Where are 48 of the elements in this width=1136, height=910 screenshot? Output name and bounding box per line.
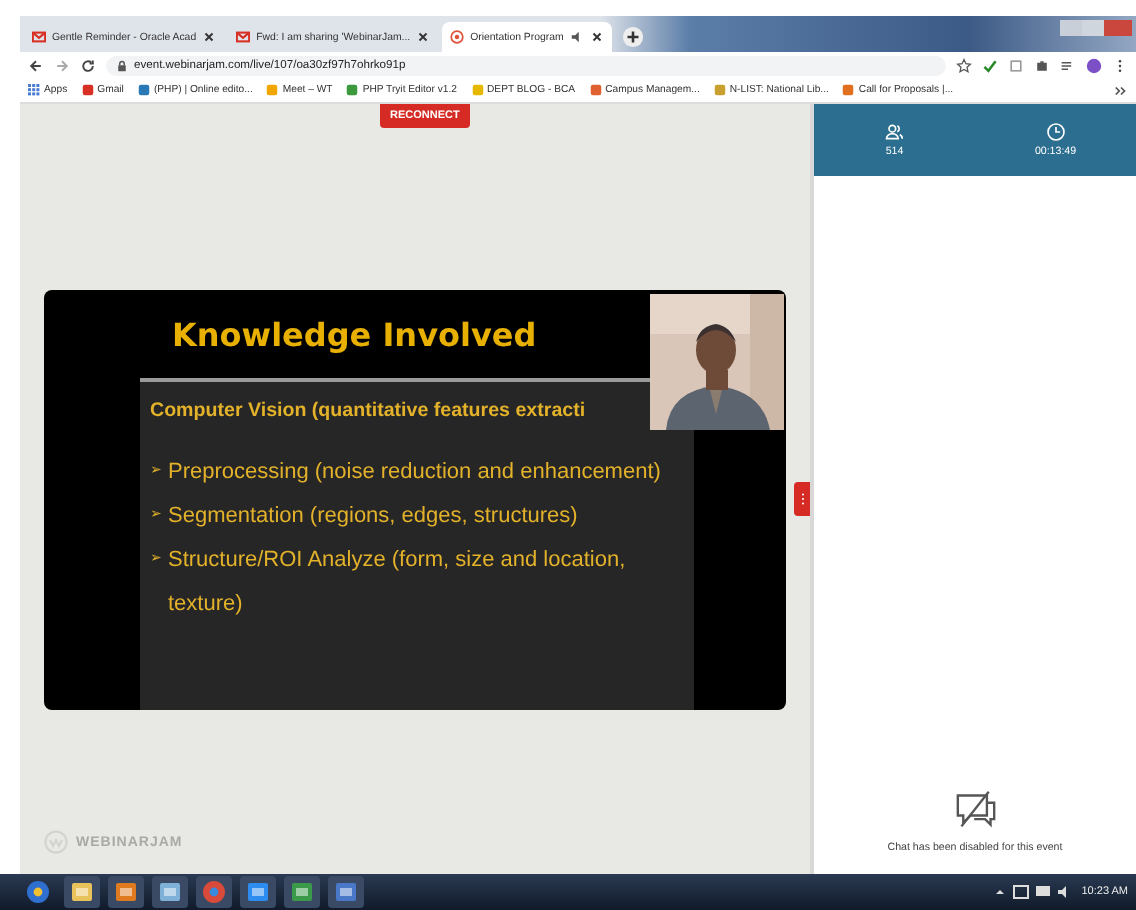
app-icon [202,880,226,904]
site-icon [842,84,855,96]
app-icon [334,880,358,904]
bullet-text: Preprocessing (noise reduction and enhancement) [168,458,663,488]
windows-logo-icon [26,880,50,904]
star-icon[interactable] [956,57,972,73]
taskbar-app[interactable] [152,876,188,908]
chat-disabled-icon [953,790,997,830]
site-icon [713,84,726,96]
site-icon [266,84,279,96]
webinar-icon [450,30,465,44]
check-icon[interactable] [982,57,998,73]
window-controls-icon[interactable] [1060,18,1132,38]
reload-icon[interactable] [80,57,96,73]
taskbar-app[interactable] [64,876,100,908]
clock-icon [1045,122,1066,142]
avatar-icon[interactable] [1086,57,1102,73]
slide-subtitle: Computer Vision (quantitative features extracti [150,400,588,422]
app-icon [246,880,270,904]
site-icon [471,84,483,96]
back-icon[interactable] [28,57,44,73]
bullet-text: Segmentation (regions, edges, structures) [168,502,580,532]
new-tab-icon[interactable] [621,26,644,48]
close-icon[interactable] [589,30,604,44]
taskbar-app[interactable] [240,876,276,908]
taskbar-app[interactable] [284,876,320,908]
lock-icon [116,59,128,71]
close-icon[interactable] [416,30,431,44]
close-icon[interactable] [202,30,217,44]
taskbar-app[interactable] [328,876,364,908]
more-bookmarks-icon[interactable] [1114,83,1128,97]
speaker-icon [569,30,584,44]
bullet-text: Structure/ROI Analyze (form, size and location, texture) [168,546,628,620]
app-icon [158,880,182,904]
app-icon [290,880,314,904]
grid-icon [28,84,40,96]
site-icon [589,84,602,96]
app-icon [114,880,138,904]
taskbar-app[interactable] [108,876,144,908]
site-icon [346,84,359,96]
mail-icon [32,30,46,44]
app-icon [70,880,94,904]
side-tab[interactable] [794,482,810,516]
site-icon [81,84,94,96]
site-icon [137,84,150,96]
mail-icon [236,30,251,44]
people-icon [884,122,905,142]
playlist-icon[interactable] [1060,57,1076,73]
